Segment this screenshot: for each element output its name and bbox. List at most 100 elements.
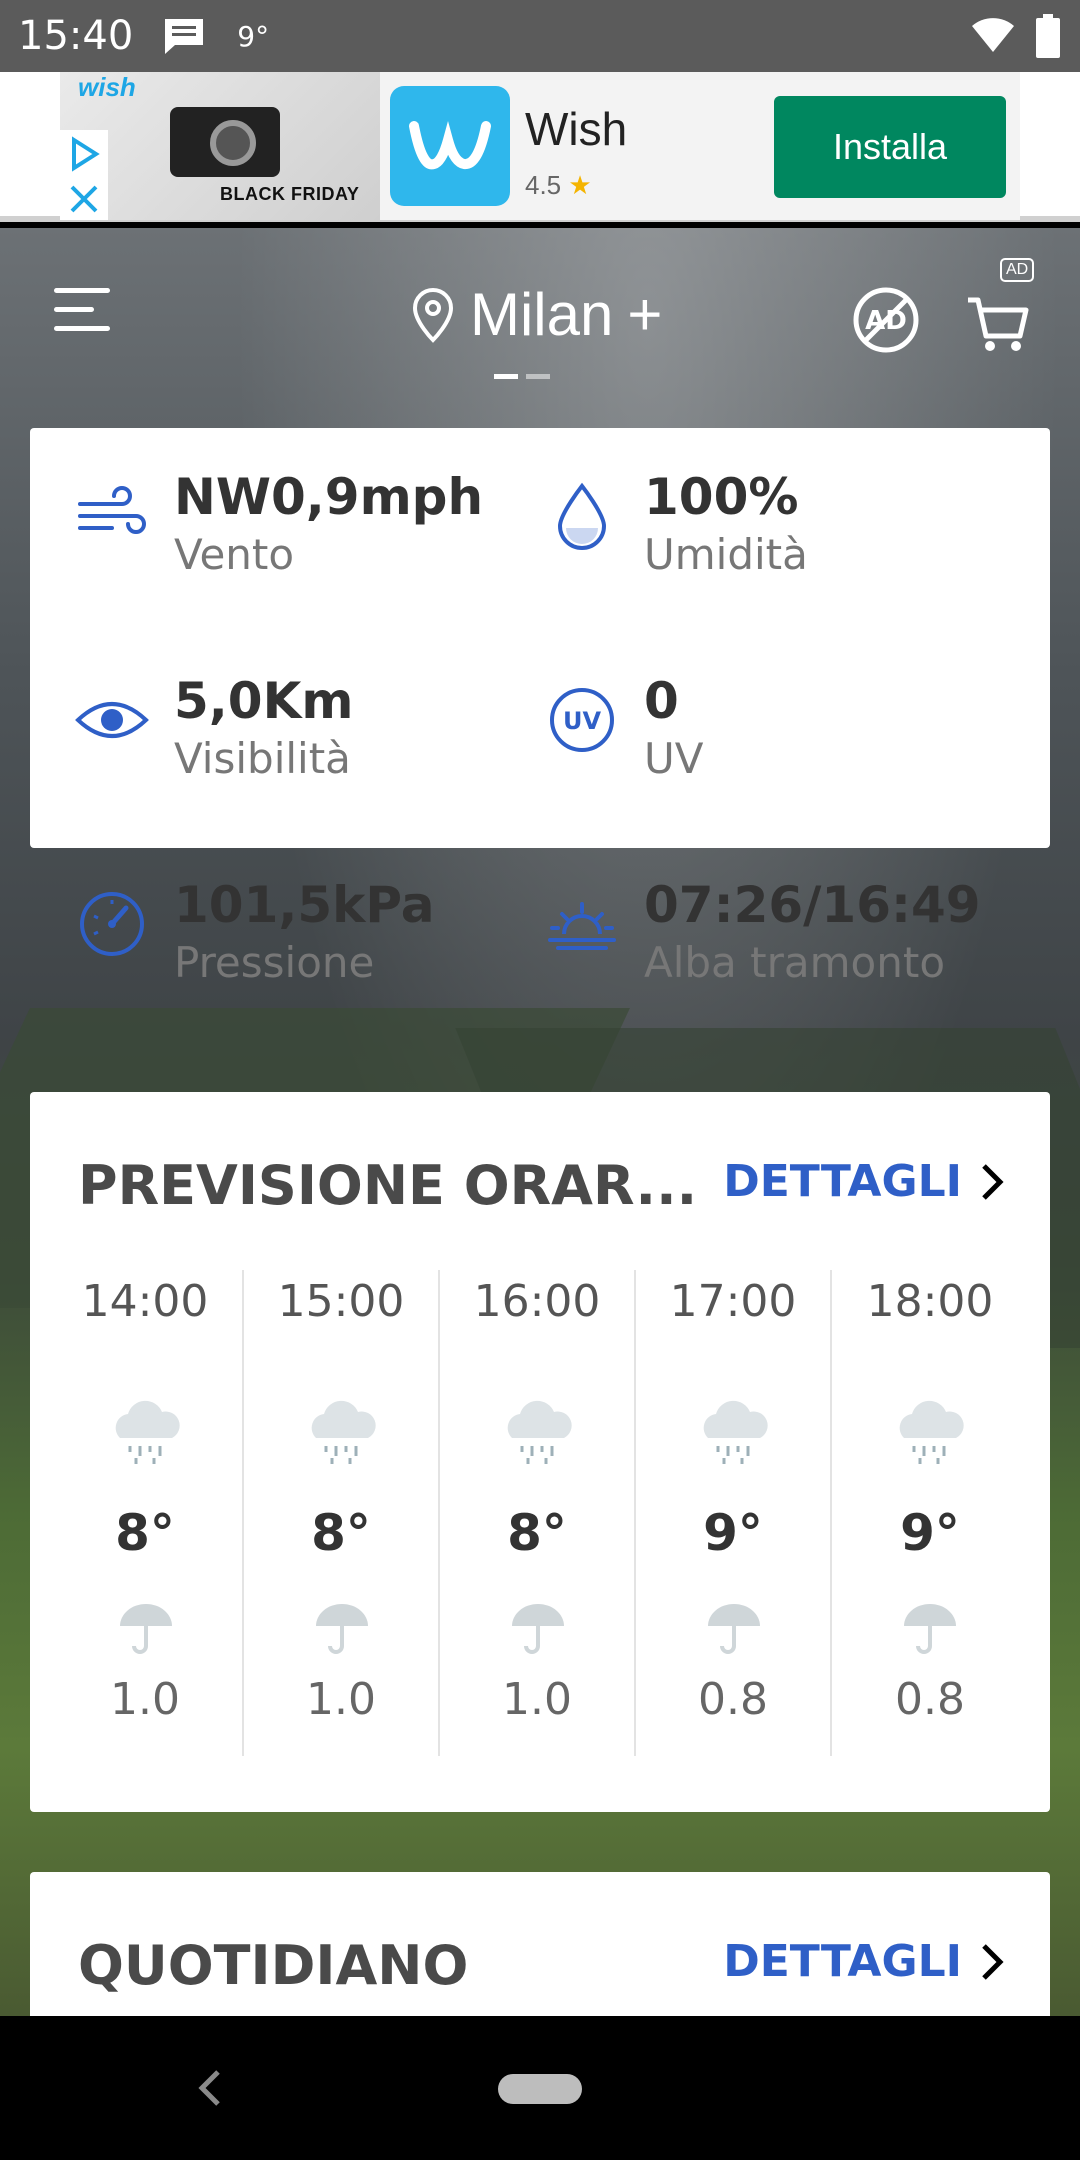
ad-rating-value: 4.5	[525, 170, 562, 200]
ad-choices[interactable]	[60, 130, 108, 220]
detail-uv: UV 0 UV	[500, 652, 970, 783]
visibility-value: 5,0Km	[174, 672, 354, 730]
sunrise-sunset-value: 07:26/16:49	[644, 876, 981, 934]
daily-forecast-card: QUOTIDIANO DETTAGLI	[30, 1872, 1050, 2016]
hour-precipitation: 0.8	[895, 1674, 965, 1725]
hour-temperature: 8°	[507, 1504, 567, 1562]
page-indicator	[494, 374, 550, 379]
hour-precipitation: 1.0	[306, 1674, 376, 1725]
chevron-right-icon[interactable]	[980, 1162, 1004, 1202]
hour-time: 17:00	[669, 1276, 797, 1327]
ad-badge: AD	[1000, 258, 1035, 282]
add-city-button[interactable]: +	[627, 280, 662, 349]
hour-item[interactable]: 16:00 8° 1.0	[440, 1270, 636, 1756]
status-icons	[970, 14, 1060, 58]
gauge-icon	[80, 892, 144, 956]
svg-text:AD: AD	[865, 306, 907, 336]
humidity-drop-icon	[557, 482, 607, 550]
hour-item[interactable]: 17:00 9° 0.8	[636, 1270, 832, 1756]
star-icon: ★	[568, 170, 592, 200]
page-dot-active	[494, 374, 518, 379]
wind-icon	[78, 486, 146, 534]
rain-cloud-icon	[899, 1400, 964, 1464]
hour-time: 18:00	[866, 1276, 994, 1327]
uv-icon: UV	[550, 688, 614, 752]
status-bar: 15:40 9°	[0, 0, 1080, 72]
ad-image[interactable]: wish BLACK FRIDAY	[60, 72, 380, 220]
home-pill-button[interactable]	[498, 2074, 582, 2104]
sunrise-icon	[548, 902, 616, 950]
wind-label: Vento	[174, 530, 295, 579]
hour-precipitation: 1.0	[110, 1674, 180, 1725]
weather-app: Milan + AD AD NW0,9mph Vento 100% Umidit…	[0, 228, 1080, 2016]
status-temperature: 9°	[237, 19, 270, 53]
wish-logo[interactable]	[390, 86, 510, 206]
hourly-details-label[interactable]: DETTAGLI	[723, 1156, 962, 1207]
remove-ads-icon[interactable]: AD	[852, 286, 920, 354]
ad-content[interactable]: wish BLACK FRIDAY Wish 4.5 ★ Installa	[60, 72, 1020, 220]
hourly-forecast-card: PREVISIONE ORAR... DETTAGLI 14:00 8° 1.0…	[30, 1092, 1050, 1812]
umbrella-icon	[708, 1604, 760, 1654]
svg-text:UV: UV	[563, 707, 601, 735]
detail-wind: NW0,9mph Vento	[30, 448, 500, 579]
hourly-list[interactable]: 14:00 8° 1.0 15:00 8° 1.0 16:00 8° 1.0 1…	[48, 1270, 1028, 1756]
hourly-section-title: PREVISIONE ORAR...	[78, 1154, 698, 1217]
hour-time: 14:00	[81, 1276, 209, 1327]
umbrella-icon	[512, 1604, 564, 1654]
city-name[interactable]: Milan	[470, 280, 613, 349]
install-button[interactable]: Installa	[774, 96, 1006, 198]
status-time: 15:40	[18, 13, 134, 59]
umbrella-icon	[904, 1604, 956, 1654]
ad-brand-small: wish	[78, 72, 136, 102]
hour-time: 16:00	[473, 1276, 601, 1327]
sunrise-sunset-label: Alba tramonto	[644, 938, 946, 987]
hour-item[interactable]: 15:00 8° 1.0	[244, 1270, 440, 1756]
hour-temperature: 8°	[115, 1504, 175, 1562]
camera-lens-image	[210, 120, 256, 166]
chevron-right-icon[interactable]	[980, 1942, 1004, 1982]
top-navigation: Milan + AD AD	[0, 228, 1080, 398]
ad-app-name[interactable]: Wish	[525, 102, 627, 156]
hour-temperature: 9°	[703, 1504, 763, 1562]
hour-precipitation: 1.0	[502, 1674, 572, 1725]
hour-item[interactable]: 14:00 8° 1.0	[48, 1270, 244, 1756]
rain-cloud-icon	[703, 1400, 768, 1464]
message-notification-icon	[165, 19, 204, 54]
wifi-icon	[972, 18, 1014, 52]
rain-cloud-icon	[311, 1400, 376, 1464]
rain-cloud-icon	[507, 1400, 572, 1464]
rain-cloud-icon	[115, 1400, 180, 1464]
ad-rating: 4.5 ★	[525, 170, 592, 201]
uv-label: UV	[644, 734, 704, 783]
location-pin-icon	[412, 287, 454, 343]
detail-humidity: 100% Umidità	[500, 448, 970, 579]
menu-icon[interactable]	[54, 288, 114, 336]
uv-value: 0	[644, 672, 679, 730]
hour-temperature: 9°	[900, 1504, 960, 1562]
humidity-value: 100%	[644, 468, 799, 526]
hour-time: 15:00	[277, 1276, 405, 1327]
back-icon[interactable]	[190, 2058, 230, 2118]
daily-details-label[interactable]: DETTAGLI	[723, 1936, 962, 1987]
adchoices-icon[interactable]	[66, 135, 102, 172]
hour-temperature: 8°	[311, 1504, 371, 1562]
weather-details-card: NW0,9mph Vento 100% Umidità 5,0Km Visibi…	[30, 428, 1050, 987]
umbrella-icon	[316, 1604, 368, 1654]
pressure-label: Pressione	[174, 938, 375, 987]
daily-details-link[interactable]: DETTAGLI	[723, 1936, 1004, 1987]
close-ad-icon[interactable]	[68, 183, 100, 215]
pressure-value: 101,5kPa	[174, 876, 435, 934]
visibility-label: Visibilità	[174, 734, 351, 783]
daily-section-title: QUOTIDIANO	[78, 1934, 469, 1997]
ad-banner[interactable]: wish BLACK FRIDAY Wish 4.5 ★ Installa	[0, 72, 1080, 222]
hourly-details-link[interactable]: DETTAGLI	[723, 1156, 1004, 1207]
hour-item[interactable]: 18:00 9° 0.8	[832, 1270, 1028, 1756]
ad-image-caption: BLACK FRIDAY	[220, 184, 360, 204]
city-selector[interactable]: Milan +	[410, 280, 662, 349]
battery-icon	[1036, 14, 1060, 58]
hour-precipitation: 0.8	[698, 1674, 768, 1725]
eye-icon	[75, 702, 149, 738]
page-dot	[526, 374, 550, 379]
system-navigation-bar	[0, 2016, 1080, 2160]
shopping-cart-icon[interactable]	[966, 280, 1030, 354]
